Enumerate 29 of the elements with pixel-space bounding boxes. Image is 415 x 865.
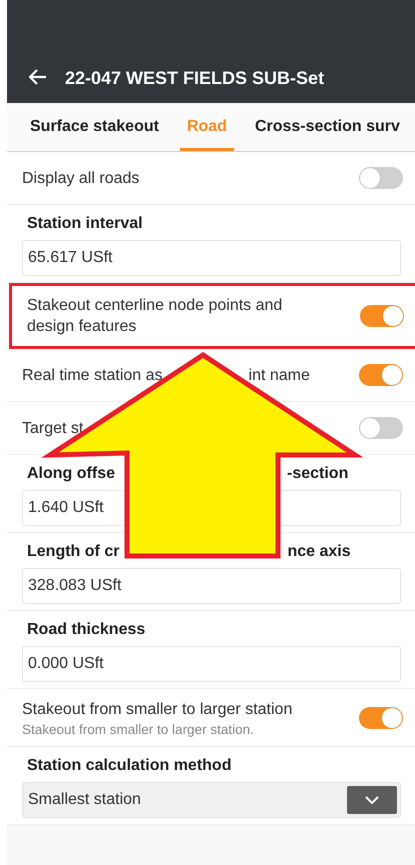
setting-label: Stakeout centerline node points and design features <box>27 296 284 337</box>
tab[interactable]: Surface stakeout <box>23 103 166 151</box>
back-icon[interactable] <box>29 69 47 85</box>
setting-label: nce axis <box>287 542 351 562</box>
setting-label: Display all roads <box>22 168 140 188</box>
toggle-switch[interactable] <box>359 417 403 439</box>
setting-label: Length of cr <box>27 542 120 562</box>
dropdown-field[interactable]: Smallest station <box>22 782 401 818</box>
screen-title: 22-047 WEST FIELDS SUB-Set <box>65 68 324 89</box>
toggle-switch[interactable] <box>359 364 403 386</box>
setting-label: Stakeout from smaller to larger station <box>22 700 292 720</box>
setting-label: Along offse <box>27 464 115 484</box>
input-field[interactable]: 0.000 USft <box>22 646 401 682</box>
dropdown-button[interactable] <box>347 786 397 814</box>
input-field[interactable]: 65.617 USft <box>22 240 401 276</box>
setting-label: int name <box>248 366 310 386</box>
input-field[interactable]: 328.083 USft <box>22 568 401 604</box>
toggle-switch[interactable] <box>359 706 403 728</box>
chevron-down-icon <box>364 795 380 805</box>
toggle-switch[interactable] <box>359 167 403 189</box>
tab[interactable]: Cross-section surv <box>248 103 407 151</box>
setting-label: -section <box>287 464 348 484</box>
setting-label: Road thickness <box>27 620 146 640</box>
dropdown-value: Smallest station <box>28 791 141 809</box>
setting-label: Real time station as <box>22 366 163 386</box>
setting-label: Station interval <box>27 214 143 234</box>
setting-label: Station calculation method <box>27 756 232 776</box>
setting-description: Stakeout from smaller to larger station. <box>22 722 255 736</box>
toggle-switch[interactable] <box>360 305 404 327</box>
